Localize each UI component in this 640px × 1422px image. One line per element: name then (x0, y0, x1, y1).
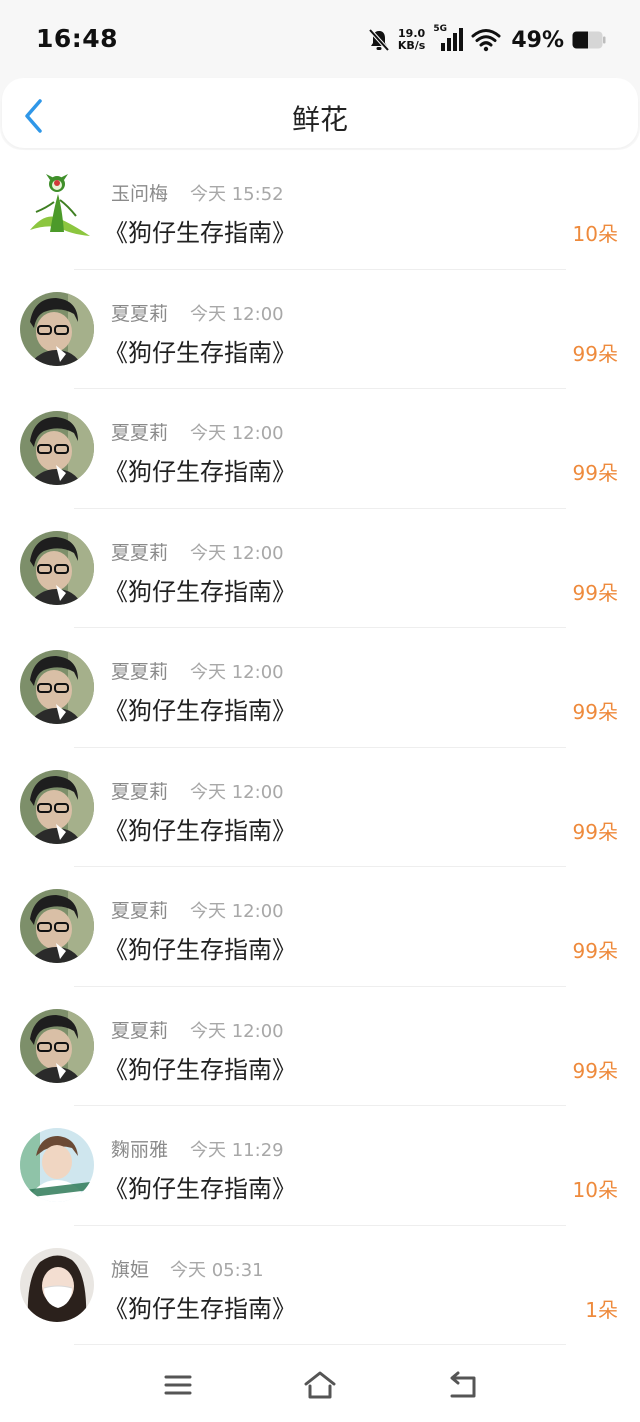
sender-name: 玉问梅 (111, 183, 169, 205)
flower-count: 99朵 (572, 580, 618, 605)
status-icons: 19.0 KB/s 5G 49% (368, 24, 606, 56)
battery-percent: 49% (511, 27, 564, 53)
signal-icon: 5G (433, 24, 464, 53)
list-item[interactable]: 夏夏莉 今天 12:00 《狗仔生存指南》 99朵 (0, 509, 640, 628)
boy-glasses-avatar-image (20, 530, 94, 605)
sender-name: 夏夏莉 (111, 302, 169, 325)
bell-off-icon (368, 28, 390, 52)
back-icon (450, 1371, 476, 1398)
send-time: 今天 12:00 (190, 901, 284, 922)
list-item[interactable]: 夏夏莉 今天 12:00 《狗仔生存指南》 99朵 (0, 270, 640, 389)
book-title: 《狗仔生存指南》 (104, 458, 296, 486)
avatar[interactable] (20, 172, 94, 246)
list-item[interactable]: 麴丽雅 今天 11:29 《狗仔生存指南》 10朵 (0, 1106, 640, 1226)
sender-name: 旗姮 (111, 1258, 150, 1281)
flower-count: 1朵 (585, 1297, 618, 1322)
status-bar: 16:48 19.0 KB/s 5G 49% (0, 0, 640, 80)
avatar[interactable] (20, 291, 94, 366)
book-title: 《狗仔生存指南》 (104, 1055, 296, 1084)
avatar[interactable] (20, 769, 94, 844)
list-item[interactable]: 夏夏莉 今天 12:00 《狗仔生存指南》 99朵 (0, 389, 640, 509)
boy-glasses-avatar-image (20, 769, 94, 844)
list-item[interactable]: 旗姮 今天 05:31 《狗仔生存指南》 1朵 (0, 1226, 640, 1345)
send-time: 今天 12:00 (190, 662, 284, 683)
send-time: 今天 15:52 (190, 184, 284, 205)
boy-white-avatar-image (20, 1128, 94, 1202)
book-title: 《狗仔生存指南》 (104, 816, 296, 845)
home-button[interactable] (302, 1368, 338, 1402)
list-item[interactable]: 夏夏莉 今天 12:00 《狗仔生存指南》 99朵 (0, 987, 640, 1106)
divider (74, 1344, 566, 1345)
avatar[interactable] (20, 1128, 94, 1202)
avatar[interactable] (20, 411, 94, 485)
net-speed: 19.0 KB/s (398, 28, 425, 52)
book-title: 《狗仔生存指南》 (104, 936, 296, 964)
boy-glasses-avatar-image (20, 411, 94, 485)
system-navbar (0, 1352, 640, 1422)
battery-icon (572, 31, 606, 49)
menu-icon (164, 1375, 192, 1395)
send-time: 今天 12:00 (190, 1020, 284, 1042)
flower-count: 10朵 (572, 1178, 618, 1202)
sender-name: 麴丽雅 (111, 1139, 169, 1161)
book-title: 《狗仔生存指南》 (104, 1294, 296, 1323)
status-time: 16:48 (36, 24, 119, 53)
flower-list: 玉问梅 今天 15:52 《狗仔生存指南》 10朵 夏夏莉 今天 12:00 《… (0, 150, 640, 1345)
avatar[interactable] (20, 889, 94, 963)
list-item[interactable]: 夏夏莉 今天 12:00 《狗仔生存指南》 99朵 (0, 748, 640, 867)
sender-name: 夏夏莉 (111, 541, 169, 564)
home-icon (304, 1371, 336, 1399)
sender-name: 夏夏莉 (111, 780, 169, 803)
list-item[interactable]: 夏夏莉 今天 12:00 《狗仔生存指南》 99朵 (0, 867, 640, 987)
flower-count: 99朵 (572, 700, 618, 724)
flower-count: 99朵 (572, 819, 618, 844)
sender-name: 夏夏莉 (111, 422, 169, 444)
send-time: 今天 11:29 (190, 1140, 284, 1161)
menu-button[interactable] (160, 1368, 196, 1402)
flower-count: 99朵 (572, 939, 618, 963)
list-item[interactable]: 夏夏莉 今天 12:00 《狗仔生存指南》 99朵 (0, 628, 640, 748)
avatar[interactable] (20, 650, 94, 724)
wifi-icon (471, 29, 501, 52)
send-time: 今天 12:00 (190, 542, 284, 564)
net-speed-unit: KB/s (397, 39, 426, 52)
book-title: 《狗仔生存指南》 (104, 577, 296, 606)
book-title: 《狗仔生存指南》 (104, 219, 296, 247)
sender-name: 夏夏莉 (111, 900, 169, 922)
avatar[interactable] (20, 1008, 94, 1083)
send-time: 今天 12:00 (190, 303, 284, 325)
boy-glasses-avatar-image (20, 889, 94, 963)
boy-glasses-avatar-image (20, 1008, 94, 1083)
girl-mask-avatar-image (20, 1247, 94, 1322)
sender-name: 夏夏莉 (111, 1019, 169, 1042)
flower-count: 99朵 (572, 461, 618, 485)
send-time: 今天 12:00 (190, 423, 284, 444)
flower-count: 99朵 (572, 341, 618, 366)
book-title: 《狗仔生存指南》 (104, 338, 296, 367)
sender-name: 夏夏莉 (111, 661, 169, 683)
boy-glasses-avatar-image (20, 291, 94, 366)
plant-avatar-image (30, 174, 90, 236)
boy-glasses-avatar-image (20, 650, 94, 724)
nav-back-button[interactable] (444, 1368, 480, 1402)
flower-count: 10朵 (572, 222, 618, 246)
avatar[interactable] (20, 530, 94, 605)
flower-count: 99朵 (572, 1058, 618, 1083)
send-time: 今天 12:00 (190, 781, 284, 803)
book-title: 《狗仔生存指南》 (104, 1175, 296, 1203)
book-title: 《狗仔生存指南》 (104, 697, 296, 725)
avatar[interactable] (20, 1247, 94, 1322)
list-item[interactable]: 玉问梅 今天 15:52 《狗仔生存指南》 10朵 (0, 150, 640, 270)
send-time: 今天 05:31 (170, 1259, 264, 1281)
page-title: 鲜花 (291, 103, 348, 136)
